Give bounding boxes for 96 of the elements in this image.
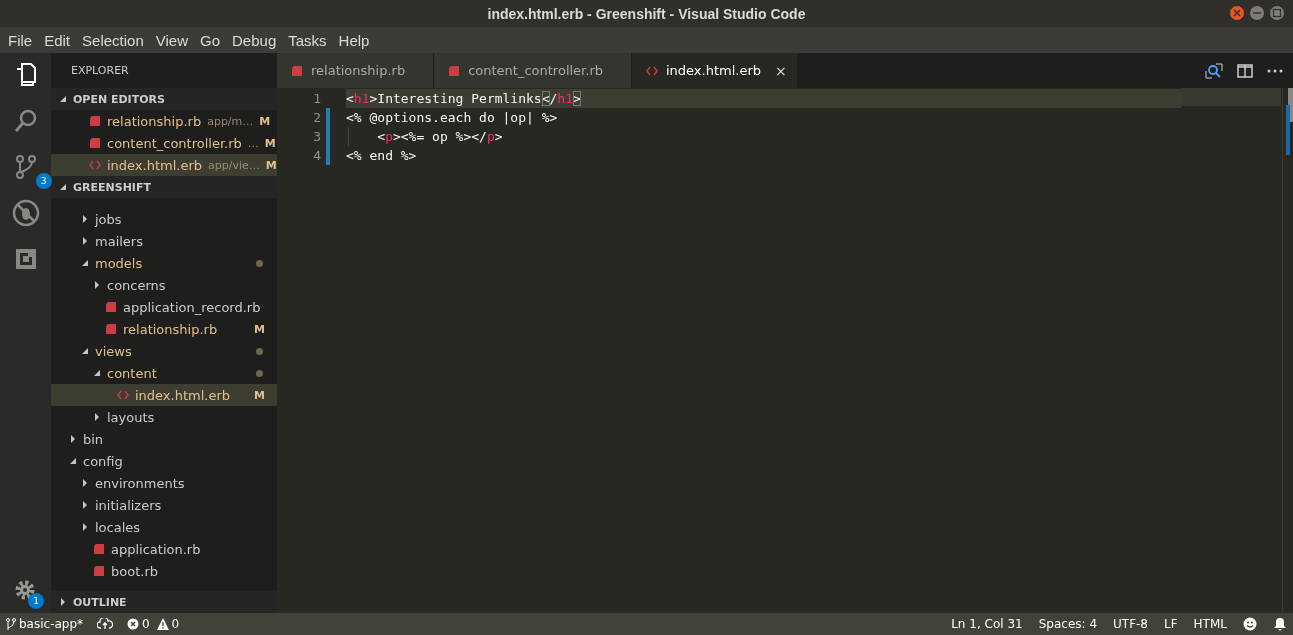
status-item[interactable]: Spaces: 4 xyxy=(1038,617,1097,631)
count-badge: 1 xyxy=(28,593,44,609)
collapsed-arrow-icon[interactable] xyxy=(81,501,89,509)
open-editor-row[interactable]: index.html.erb app/vie… M xyxy=(51,154,277,176)
branch-icon xyxy=(13,154,38,180)
expanded-arrow-icon[interactable] xyxy=(59,95,67,103)
extensions-icon xyxy=(13,247,38,271)
section-header[interactable]: OUTLINE xyxy=(51,591,277,613)
collapsed-arrow-icon[interactable] xyxy=(93,281,101,289)
section-header[interactable]: GREENSHIFT xyxy=(51,176,277,198)
line-number: 4 xyxy=(312,148,322,163)
smiley-icon[interactable] xyxy=(1243,617,1257,631)
collapsed-arrow-icon[interactable] xyxy=(69,435,77,443)
collapsed-arrow-icon[interactable] xyxy=(81,215,89,223)
debug-icon xyxy=(11,199,40,227)
folder-row[interactable]: concerns xyxy=(51,274,277,296)
folder-row[interactable]: mailers xyxy=(51,230,277,252)
branch-icon xyxy=(6,618,16,630)
code-file-icon xyxy=(117,390,129,400)
editor-tab[interactable]: index.html.erb × xyxy=(632,53,798,88)
collapsed-arrow-icon[interactable] xyxy=(81,523,89,531)
ruby-file-icon xyxy=(93,565,105,577)
collapsed-arrow-icon[interactable] xyxy=(81,479,89,487)
settings-icon[interactable] xyxy=(14,579,36,601)
menu-item[interactable]: Help xyxy=(332,31,376,49)
bell-icon[interactable] xyxy=(1273,617,1287,631)
ruby-file-icon xyxy=(89,115,101,127)
line-number: 3 xyxy=(312,129,322,144)
ruby-file-icon xyxy=(291,64,303,77)
error-icon xyxy=(127,618,140,630)
file-row[interactable]: relationship.rb M xyxy=(51,318,277,340)
menu-item[interactable]: Edit xyxy=(38,31,77,49)
menu-item[interactable]: View xyxy=(149,31,194,49)
search-icon xyxy=(12,108,39,134)
branch-status[interactable]: basic-app* xyxy=(6,617,84,631)
file-row[interactable]: index.html.erb M xyxy=(51,384,277,406)
folder-row[interactable]: models xyxy=(51,252,277,274)
folder-row[interactable]: config xyxy=(51,450,277,472)
warning-icon xyxy=(156,618,169,630)
status-item[interactable]: LF xyxy=(1164,617,1178,631)
editor-tab[interactable]: content_controller.rb xyxy=(434,53,632,88)
file-row[interactable]: boot.rb xyxy=(51,560,277,582)
expanded-arrow-icon[interactable] xyxy=(59,183,67,191)
code-file-icon xyxy=(646,65,658,76)
ruby-file-icon xyxy=(89,137,101,149)
code-file-icon xyxy=(89,160,101,170)
menu-item[interactable]: Selection xyxy=(76,31,150,49)
expanded-arrow-icon[interactable] xyxy=(81,347,89,355)
ruby-file-icon xyxy=(105,323,117,335)
section-header[interactable]: OPEN EDITORS xyxy=(51,88,277,110)
split-editor-icon[interactable] xyxy=(1237,63,1253,78)
window-title: index.html.erb - Greenshift - Visual Studio Code xyxy=(487,5,806,22)
minimize-icon[interactable] xyxy=(1249,5,1265,21)
menu-item[interactable]: Debug xyxy=(226,31,283,49)
folder-row[interactable]: environments xyxy=(51,472,277,494)
editor-tab[interactable]: relationship.rb xyxy=(277,53,435,88)
expanded-arrow-icon[interactable] xyxy=(81,259,89,267)
file-row[interactable]: application.rb xyxy=(51,538,277,560)
problems-status[interactable]: 0 0 xyxy=(127,617,180,631)
ruby-file-icon xyxy=(105,301,117,313)
menu-item[interactable]: File xyxy=(2,31,39,49)
ruby-file-icon xyxy=(93,543,105,555)
scrollbar[interactable] xyxy=(1282,88,1293,613)
line-number: 2 xyxy=(312,110,322,125)
folder-row[interactable]: content xyxy=(51,362,277,384)
preview-search-icon[interactable] xyxy=(1205,62,1223,79)
status-item[interactable]: UTF-8 xyxy=(1113,617,1148,631)
status-item[interactable]: HTML xyxy=(1193,617,1227,631)
folder-row[interactable]: views xyxy=(51,340,277,362)
line-number: 1 xyxy=(312,91,322,106)
sync-icon[interactable] xyxy=(97,618,114,630)
close-icon[interactable] xyxy=(1229,5,1245,21)
expanded-arrow-icon[interactable] xyxy=(93,369,101,377)
folder-row[interactable]: layouts xyxy=(51,406,277,428)
menu-item[interactable]: Tasks xyxy=(282,31,333,49)
maximize-icon[interactable] xyxy=(1269,5,1285,21)
sidebar-title: EXPLORER xyxy=(71,64,129,77)
open-editor-row[interactable]: content_controller.rb … M xyxy=(51,132,277,154)
folder-row[interactable]: locales xyxy=(51,516,277,538)
folder-row[interactable]: initializers xyxy=(51,494,277,516)
folder-row[interactable]: jobs xyxy=(51,208,277,230)
code-line: <p><%= op %></p> xyxy=(346,127,1181,146)
expanded-arrow-icon[interactable] xyxy=(69,457,77,465)
collapsed-arrow-icon[interactable] xyxy=(93,413,101,421)
count-badge: 3 xyxy=(35,173,52,189)
menu-item[interactable]: Go xyxy=(194,31,226,49)
code-line: <% end %> xyxy=(346,147,418,165)
more-icon[interactable] xyxy=(1267,68,1283,73)
ruby-file-icon xyxy=(448,64,461,77)
folder-row[interactable]: bin xyxy=(51,428,277,450)
collapsed-arrow-icon[interactable] xyxy=(59,598,67,606)
status-item[interactable]: Ln 1, Col 31 xyxy=(951,617,1023,631)
open-editor-row[interactable]: relationship.rb app/m… M xyxy=(51,110,277,132)
file-row[interactable]: application_record.rb xyxy=(51,296,277,318)
code-line: <% @options.each do |op| %> xyxy=(346,109,559,127)
collapsed-arrow-icon[interactable] xyxy=(81,237,89,245)
